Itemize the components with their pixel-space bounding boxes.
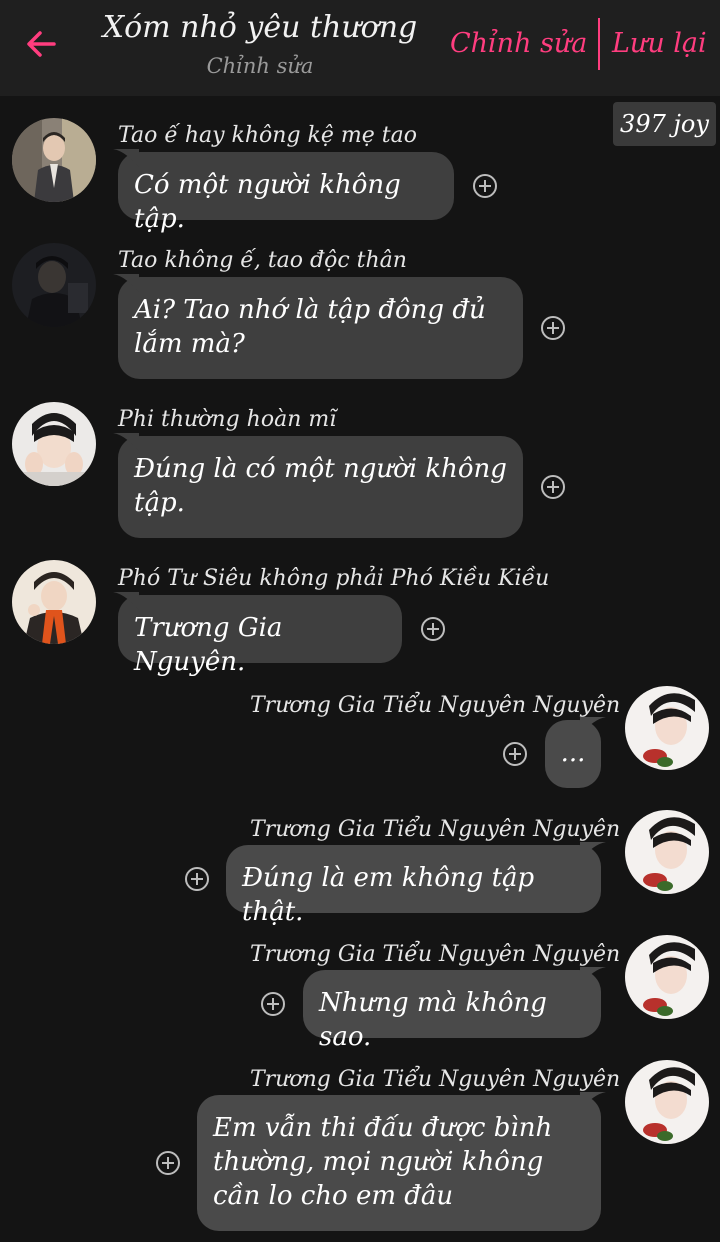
edit-button[interactable]: Chỉnh sửa <box>450 24 587 64</box>
add-reaction-icon[interactable] <box>420 616 446 642</box>
save-button[interactable]: Lưu lại <box>612 24 707 64</box>
sender-name: Trương Gia Tiểu Nguyên Nguyên <box>250 817 621 842</box>
add-reaction-icon[interactable] <box>155 1150 181 1176</box>
add-reaction-icon[interactable] <box>502 741 528 767</box>
message-text: ... <box>560 738 586 768</box>
chat-title: Xóm nhỏ yêu thương <box>102 10 418 45</box>
message-bubble[interactable]: Có một người không tập. <box>113 149 454 234</box>
avatar[interactable] <box>12 402 96 486</box>
sender-name: Trương Gia Tiểu Nguyên Nguyên <box>250 942 621 967</box>
sender-name: Tao ế hay không kệ mẹ tao <box>118 123 417 148</box>
sender-name: Tao không ế, tao độc thân <box>118 248 407 273</box>
message-text: Nhưng mà không sao. <box>319 988 547 1052</box>
add-reaction-icon[interactable] <box>540 315 566 341</box>
avatar[interactable] <box>625 1060 709 1144</box>
add-reaction-icon[interactable] <box>472 173 498 199</box>
message-bubble[interactable]: Ai? Tao nhớ là tập đông đủ lắm mà? <box>113 274 523 379</box>
header-bar: Xóm nhỏ yêu thương Chỉnh sửa Chỉnh sửa L… <box>0 0 720 96</box>
add-reaction-icon[interactable] <box>184 866 210 892</box>
message-bubble[interactable]: Đúng là em không tập thật. <box>226 842 606 927</box>
message-text: Có một người không tập. <box>134 170 401 234</box>
message-bubble[interactable]: Nhưng mà không sao. <box>303 967 606 1052</box>
chat-subtitle: Chỉnh sửa <box>206 54 314 78</box>
add-reaction-icon[interactable] <box>540 474 566 500</box>
message-text: Em vẫn thi đấu được bình thường, mọi ngư… <box>213 1113 553 1211</box>
avatar[interactable] <box>625 810 709 894</box>
message-text: Đúng là em không tập thật. <box>242 863 535 927</box>
message-bubble[interactable]: Trương Gia Nguyên. <box>113 592 402 677</box>
back-arrow-icon[interactable] <box>22 24 62 64</box>
avatar[interactable] <box>12 560 96 644</box>
message-bubble[interactable]: Em vẫn thi đấu được bình thường, mọi ngư… <box>197 1092 606 1231</box>
sender-name: Trương Gia Tiểu Nguyên Nguyên <box>250 1067 621 1092</box>
sender-name: Phó Tư Siêu không phải Phó Kiều Kiều <box>118 566 550 591</box>
message-text: Đúng là có một người không tập. <box>134 454 507 518</box>
message-text: Trương Gia Nguyên. <box>134 613 283 677</box>
avatar[interactable] <box>12 243 96 327</box>
header-divider <box>598 18 600 70</box>
avatar[interactable] <box>625 686 709 770</box>
message-bubble[interactable]: Đúng là có một người không tập. <box>113 433 523 538</box>
sender-name: Phi thường hoàn mĩ <box>118 407 337 432</box>
add-reaction-icon[interactable] <box>260 991 286 1017</box>
avatar[interactable] <box>625 935 709 1019</box>
avatar[interactable] <box>12 118 96 202</box>
message-text: Ai? Tao nhớ là tập đông đủ lắm mà? <box>134 295 486 359</box>
joy-badge: 397 joy <box>613 102 716 146</box>
message-bubble[interactable]: ... <box>545 717 606 788</box>
